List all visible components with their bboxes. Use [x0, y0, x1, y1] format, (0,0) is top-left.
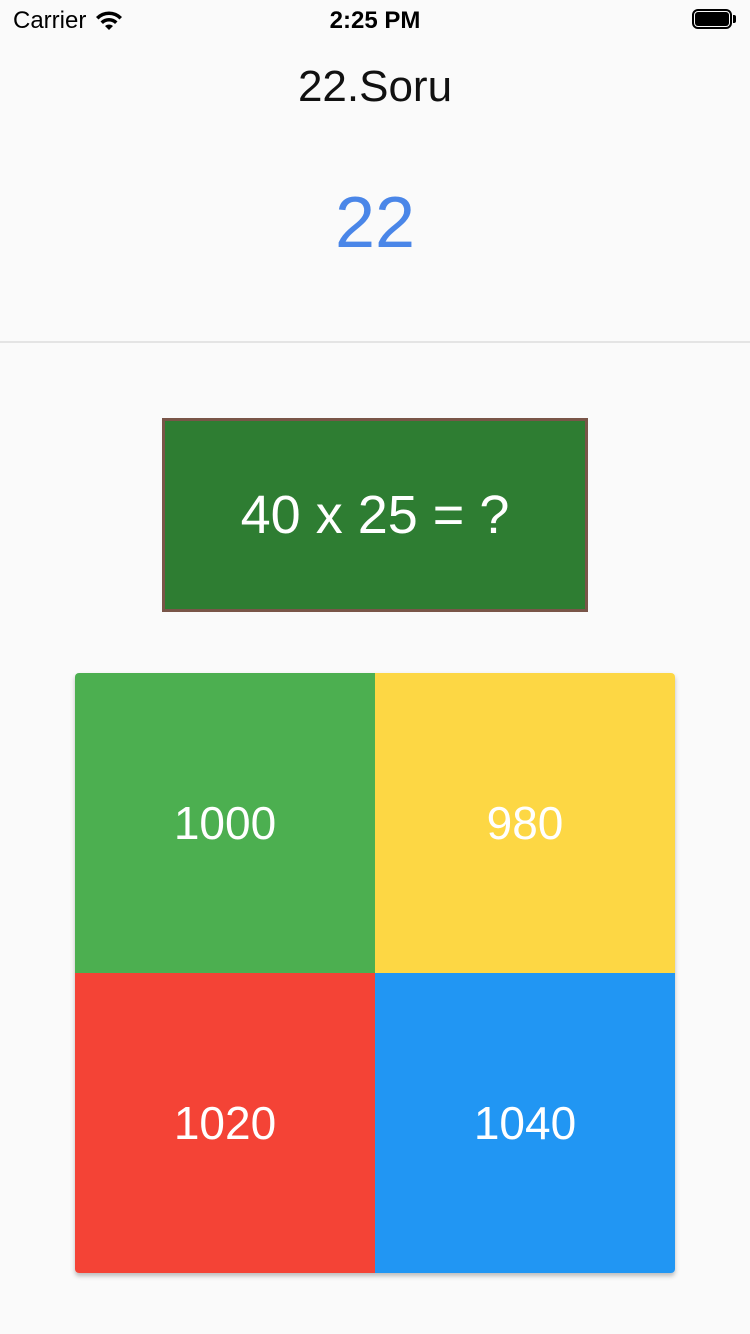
countdown-timer: 22 [334, 183, 416, 263]
answer-button-2[interactable]: 980 [375, 673, 675, 973]
answer-button-4[interactable]: 1040 [375, 973, 675, 1273]
answer-button-3[interactable]: 1020 [75, 973, 375, 1273]
answer-label: 1020 [173, 1097, 277, 1149]
answer-grid: 1000 980 1020 1040 [75, 673, 675, 1273]
question-number-title: 22.Soru [297, 62, 453, 111]
answer-label: 1000 [173, 797, 277, 849]
status-time: 2:25 PM [329, 7, 421, 34]
answer-button-1[interactable]: 1000 [75, 673, 375, 973]
header-divider [0, 341, 750, 343]
answer-label: 1040 [473, 1097, 577, 1149]
question-text: 40 x 25 = ? [240, 485, 510, 545]
battery-icon [692, 9, 736, 29]
answer-label: 980 [486, 797, 564, 849]
question-board: 40 x 25 = ? [162, 418, 588, 612]
status-bar: Carrier 2:25 PM [0, 0, 750, 40]
